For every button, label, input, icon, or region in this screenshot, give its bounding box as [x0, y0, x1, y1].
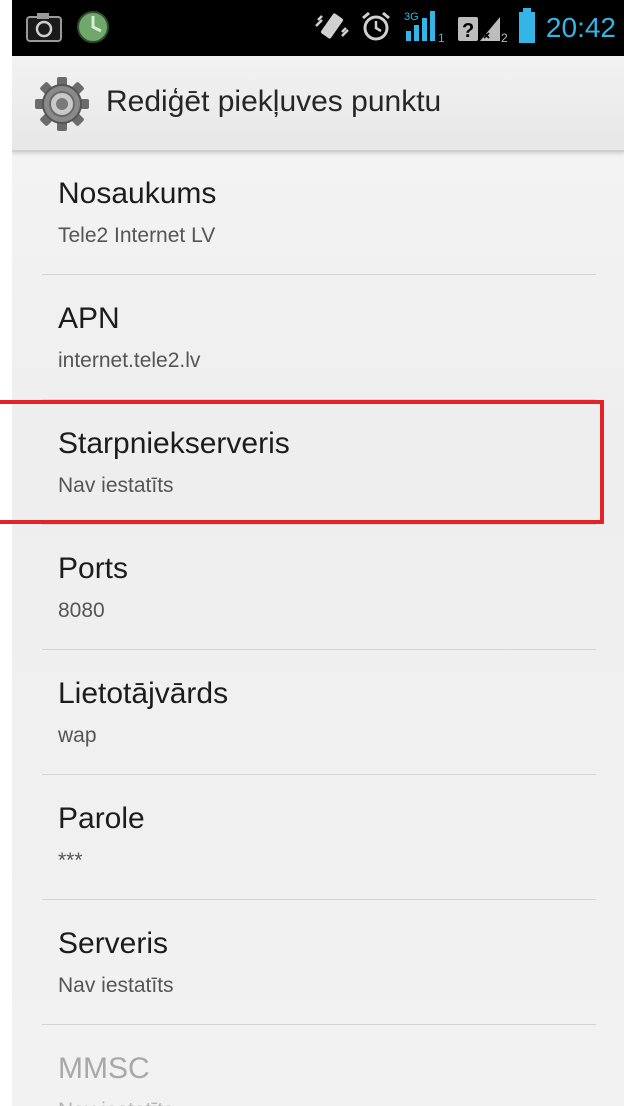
circle-app-icon — [76, 10, 110, 49]
pref-summary: 8080 — [58, 599, 105, 622]
phone-screen: 3G 1 ? 2 20:42 Rediģēt piekļuves punktu … — [12, 0, 624, 1106]
pref-title: Serveris — [58, 927, 169, 960]
pref-port[interactable]: Ports 8080 — [42, 525, 596, 650]
pref-summary: internet.tele2.lv — [58, 349, 201, 372]
pref-username[interactable]: Lietotājvārds wap — [42, 650, 596, 775]
svg-text:?: ? — [462, 20, 474, 42]
pref-server[interactable]: Serveris Nav iestatīts — [42, 900, 596, 1025]
pref-password[interactable]: Parole *** — [42, 775, 596, 900]
pref-title: Nosaukums — [58, 177, 217, 210]
pref-apn[interactable]: APN internet.tele2.lv — [42, 275, 596, 400]
action-bar: Rediģēt piekļuves punktu — [12, 56, 624, 152]
pref-summary: Nav iestatīts — [58, 974, 174, 997]
pref-summary: wap — [58, 724, 97, 747]
clock: 20:42 — [545, 12, 616, 43]
pref-summary: Tele2 Internet LV — [58, 224, 216, 247]
battery-icon — [518, 7, 536, 49]
sim1-label: 1 — [438, 31, 445, 43]
alarm-icon — [360, 10, 392, 47]
pref-title: Lietotājvārds — [58, 677, 229, 710]
pref-title: MMSC — [58, 1052, 150, 1085]
settings-gear-icon[interactable] — [34, 76, 90, 132]
network-type-label: 3G — [404, 11, 419, 23]
vibrate-icon — [314, 10, 350, 47]
pref-title: Parole — [58, 802, 145, 835]
camera-icon — [26, 12, 62, 47]
page-title: Rediģēt piekļuves punktu — [106, 85, 442, 118]
pref-summary: Nav iestatīts — [58, 1097, 174, 1106]
pref-mmsc: MMSC Nav iestatīts — [42, 1025, 596, 1106]
pref-summary: *** — [58, 849, 83, 872]
pref-name[interactable]: Nosaukums Tele2 Internet LV — [42, 150, 596, 275]
apn-preference-list: Nosaukums Tele2 Internet LV APN internet… — [12, 150, 624, 1106]
signal-unknown-sim2-icon: ? 2 — [456, 9, 508, 48]
pref-title: Ports — [58, 552, 129, 585]
pref-title: APN — [58, 302, 120, 335]
sim2-label: 2 — [501, 31, 508, 43]
status-bar: 3G 1 ? 2 20:42 — [12, 0, 624, 56]
signal-3g-sim1-icon: 3G 1 — [402, 9, 446, 48]
highlight-box — [0, 400, 604, 524]
